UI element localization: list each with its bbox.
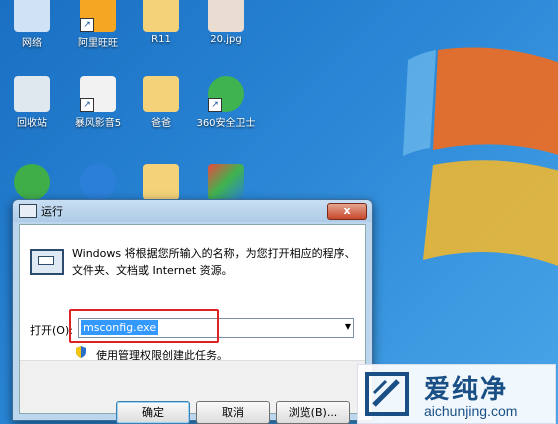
- app-icon: [80, 164, 116, 200]
- media-player-icon: ↗: [80, 76, 116, 112]
- desktop-icon-360[interactable]: ↗ 360安全卫士: [196, 76, 256, 129]
- aliwangwang-icon: ↗: [80, 0, 116, 32]
- browser-icon: [14, 164, 50, 200]
- chevron-down-icon[interactable]: ▼: [345, 322, 351, 331]
- browse-button[interactable]: 浏览(B)...: [276, 401, 350, 424]
- run-program-icon: [30, 249, 64, 275]
- watermark-name: 爱纯净: [424, 375, 509, 405]
- title-bar[interactable]: 运行: [13, 200, 372, 222]
- desktop-icon-baba-folder[interactable]: 爸爸: [131, 76, 191, 129]
- desktop-icon-r11-folder[interactable]: R11: [131, 0, 191, 45]
- network-icon: [14, 0, 50, 32]
- desktop-icon-flower[interactable]: [196, 164, 256, 202]
- dialog-title: 运行: [41, 205, 63, 218]
- desktop-icon-baofeng[interactable]: ↗ 暴风影音5: [68, 76, 128, 129]
- dialog-body: Windows 将根据您所输入的名称，为您打开相应的程序、文件夹、文档或 Int…: [19, 224, 366, 424]
- watermark-url: aichunjing.com: [424, 403, 518, 419]
- description-text: Windows 将根据您所输入的名称，为您打开相应的程序、文件夹、文档或 Int…: [72, 247, 356, 277]
- desktop-icon-aliwangwang[interactable]: ↗ 阿里旺旺: [68, 0, 128, 49]
- watermark-logo-icon: [365, 372, 409, 416]
- ok-button[interactable]: 确定: [116, 401, 190, 424]
- cancel-button[interactable]: 取消: [196, 401, 270, 424]
- desktop-icon-20jpg[interactable]: 20.jpg: [196, 0, 256, 45]
- desktop-icon-network[interactable]: 网络: [2, 0, 62, 49]
- app-icon: [208, 164, 244, 200]
- folder-icon: [143, 164, 179, 200]
- folder-icon: [143, 0, 179, 32]
- desktop-icon-recycle-bin[interactable]: 回收站: [2, 76, 62, 129]
- recycle-bin-icon: [14, 76, 50, 112]
- run-dialog: 运行 x Windows 将根据您所输入的名称，为您打开相应的程序、文件夹、文档…: [12, 199, 373, 424]
- desktop-icon-folder3[interactable]: [131, 164, 191, 202]
- desktop-icon-ie[interactable]: [2, 164, 62, 202]
- highlight-box: [69, 309, 219, 343]
- 360-safe-icon: ↗: [208, 76, 244, 112]
- uac-shield-icon: [76, 346, 86, 358]
- close-button[interactable]: x: [327, 203, 367, 220]
- folder-icon: [143, 76, 179, 112]
- image-file-icon: [208, 0, 244, 32]
- watermark: 爱纯净 aichunjing.com: [357, 364, 556, 424]
- run-icon: [19, 204, 37, 218]
- desktop-icon-bird[interactable]: [68, 164, 128, 202]
- windows-logo-wallpaper: [403, 47, 558, 266]
- open-label: 打开(O):: [30, 324, 73, 337]
